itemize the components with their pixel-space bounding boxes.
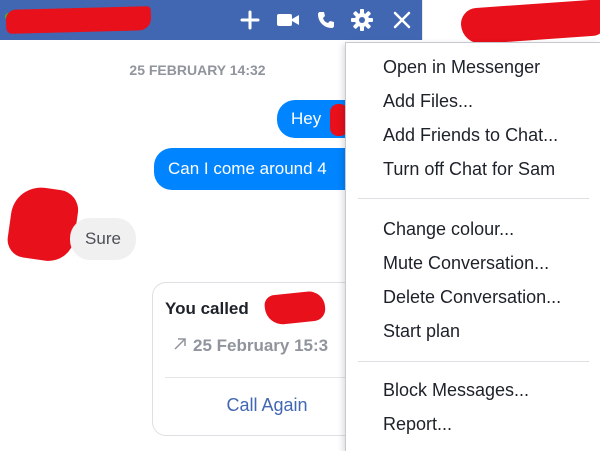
video-call-button[interactable] xyxy=(276,8,300,32)
menu-group-conversation: Open in Messenger Add Files... Add Frien… xyxy=(346,50,600,186)
date-separator: 25 FEBRUARY 14:32 xyxy=(129,62,266,78)
menu-item-block-messages[interactable]: Block Messages... xyxy=(346,373,600,407)
menu-item-add-files[interactable]: Add Files... xyxy=(346,84,600,118)
redacted-contact-name xyxy=(5,6,152,34)
message-text: Sure xyxy=(85,229,121,248)
menu-group-manage: Change colour... Mute Conversation... De… xyxy=(346,212,600,348)
menu-item-start-plan[interactable]: Start plan xyxy=(346,314,600,348)
menu-item-add-friends[interactable]: Add Friends to Chat... xyxy=(346,118,600,152)
message-text: Can I come around 4 xyxy=(168,159,327,178)
redacted-contact-name xyxy=(459,0,600,46)
outgoing-call-arrow-icon xyxy=(173,335,187,356)
call-log-card: You called 25 February 15:3 Call Again xyxy=(152,282,374,436)
redacted-avatar xyxy=(5,183,81,265)
voice-call-button[interactable] xyxy=(314,8,338,32)
second-chat-header xyxy=(422,0,600,46)
redacted-name xyxy=(263,289,327,327)
menu-divider xyxy=(358,198,589,199)
call-time-text: 25 February 15:3 xyxy=(193,335,329,355)
menu-item-turn-off-chat[interactable]: Turn off Chat for Sam xyxy=(346,152,600,186)
settings-menu: Open in Messenger Add Files... Add Frien… xyxy=(345,42,600,451)
message-bubble-incoming[interactable]: Sure xyxy=(70,218,136,260)
message-text: Hey xyxy=(291,109,322,128)
menu-item-change-colour[interactable]: Change colour... xyxy=(346,212,600,246)
menu-item-delete-conversation[interactable]: Delete Conversation... xyxy=(346,280,600,314)
voice-call-icon xyxy=(316,10,336,30)
menu-item-open-in-messenger[interactable]: Open in Messenger xyxy=(346,50,600,84)
menu-divider xyxy=(358,361,589,362)
call-title: You called xyxy=(165,299,249,318)
menu-group-safety: Block Messages... Report... xyxy=(346,373,600,441)
call-timestamp: 25 February 15:3 xyxy=(173,335,328,356)
video-call-icon xyxy=(276,11,300,29)
settings-button[interactable] xyxy=(350,8,374,32)
add-people-button[interactable] xyxy=(238,8,262,32)
divider xyxy=(165,377,373,378)
menu-item-report[interactable]: Report... xyxy=(346,407,600,441)
menu-item-mute-conversation[interactable]: Mute Conversation... xyxy=(346,246,600,280)
close-button[interactable] xyxy=(390,8,414,32)
chat-header xyxy=(0,0,422,40)
add-people-icon xyxy=(240,10,260,30)
close-icon xyxy=(393,11,411,29)
gear-icon xyxy=(351,9,373,31)
